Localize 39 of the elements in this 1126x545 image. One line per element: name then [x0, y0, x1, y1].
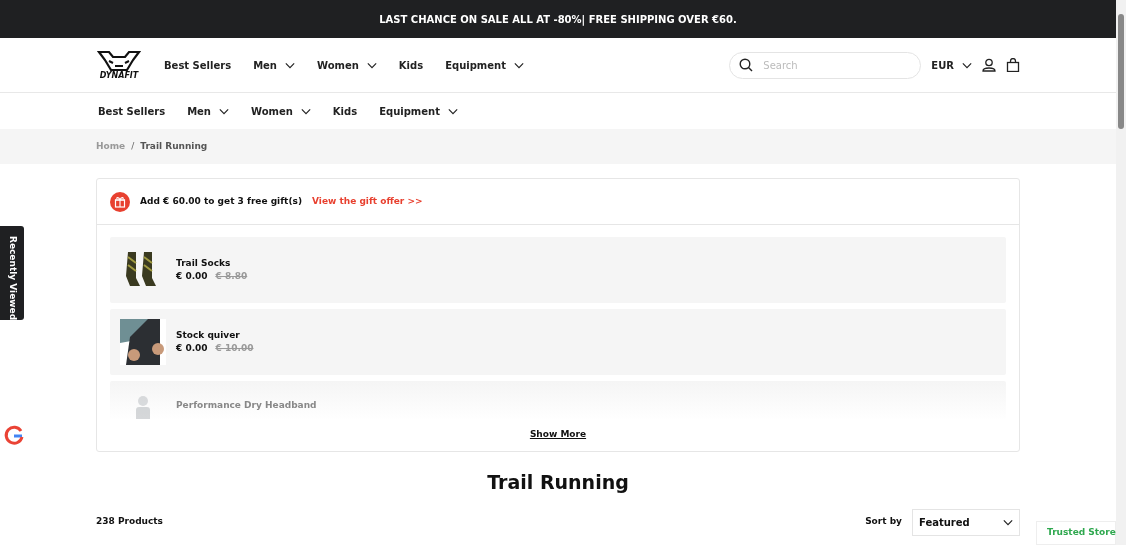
gift-item-card[interactable]: Trail Socks € 0.00 € 8.80 — [110, 237, 1006, 303]
user-icon[interactable] — [982, 58, 996, 72]
old-price: € 8.80 — [215, 270, 248, 283]
product-count: 238 Products — [96, 515, 163, 529]
nav-link[interactable]: Men — [251, 57, 297, 73]
sort-label: Sort by — [865, 515, 902, 529]
product-price: € 0.00 — [176, 270, 208, 283]
nav-link[interactable]: Best Sellers — [96, 103, 168, 119]
gift-icon — [110, 191, 130, 212]
breadcrumb-separator: / — [131, 139, 135, 153]
nav-link[interactable]: Best Sellers — [162, 57, 234, 73]
nav-link[interactable]: Women — [315, 57, 379, 73]
product-price: € 0.00 — [176, 342, 208, 355]
breadcrumb-link[interactable]: Trail Running — [140, 139, 208, 154]
shopping-bag-icon[interactable] — [1006, 58, 1020, 72]
nav-link[interactable]: Men — [185, 103, 231, 119]
gift-message: Add € 60.00 to get 3 free gift(s) — [140, 194, 302, 208]
chevron-down-icon — [1003, 518, 1013, 526]
nav-link[interactable]: Kids — [330, 103, 360, 119]
gift-item-card[interactable]: Stock quiver € 0.00 € 10.00 — [110, 309, 1006, 375]
nav-link[interactable]: Women — [249, 103, 313, 119]
product-name: Trail Socks — [176, 256, 232, 270]
recently-viewed-tab[interactable]: Recently Viewed — [0, 226, 24, 320]
nav-link[interactable]: Kids — [396, 57, 426, 73]
product-name: Performance Dry Headband — [176, 399, 317, 412]
product-name: Stock quiver — [176, 328, 241, 342]
page-title: Trail Running — [486, 470, 630, 495]
gift-offer-link[interactable]: View the gift offer >> — [312, 194, 423, 209]
currency-selector[interactable]: EUR — [931, 57, 972, 73]
chevron-down-icon — [962, 61, 972, 69]
search-field[interactable]: Search — [729, 51, 922, 79]
show-more-link[interactable]: Show More — [529, 428, 587, 442]
scrollbar[interactable] — [1116, 0, 1126, 545]
search-icon — [739, 57, 754, 72]
sort-select[interactable]: Featured — [912, 508, 1020, 536]
nav-link[interactable]: Equipment — [443, 57, 526, 73]
old-price: € 10.00 — [215, 342, 254, 355]
nav-link[interactable]: Equipment — [377, 103, 460, 119]
announcement-bar: LAST CHANCE ON SALE ALL AT -80%| FREE SHIPPING OVER €60. — [0, 0, 1116, 38]
